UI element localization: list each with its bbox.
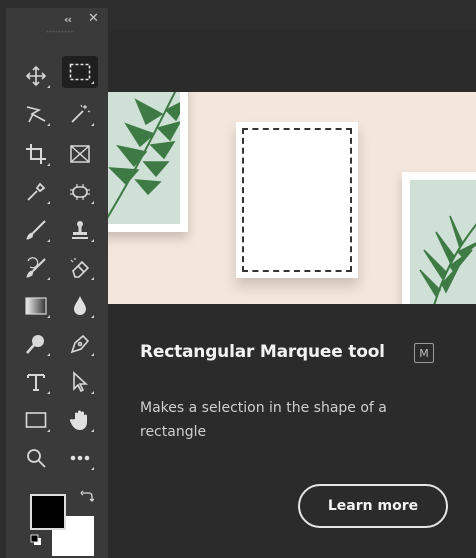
bandage-icon bbox=[70, 184, 90, 200]
learn-more-button[interactable]: Learn more bbox=[298, 484, 448, 528]
history-brush-tool[interactable] bbox=[18, 252, 54, 284]
foreground-color-swatch[interactable] bbox=[30, 494, 66, 530]
keyboard-shortcut-badge: M bbox=[414, 343, 434, 363]
rectangular-marquee-icon bbox=[69, 63, 91, 81]
eyedropper-icon bbox=[27, 182, 46, 201]
blur-tool[interactable] bbox=[62, 290, 98, 322]
dodge-tool[interactable] bbox=[18, 328, 54, 360]
close-panel-icon[interactable]: ✕ bbox=[88, 11, 99, 26]
type-tool[interactable] bbox=[18, 366, 54, 398]
drop-icon bbox=[74, 296, 86, 315]
type-icon bbox=[27, 374, 45, 391]
rectangle-icon bbox=[25, 412, 47, 428]
frame-image-right bbox=[402, 172, 476, 304]
history-brush-icon bbox=[26, 257, 46, 278]
magic-wand-icon bbox=[71, 104, 91, 123]
stamp-icon bbox=[72, 221, 88, 239]
pen-tool[interactable] bbox=[62, 328, 98, 360]
frame-tool[interactable] bbox=[62, 138, 98, 170]
edit-toolbar[interactable] bbox=[62, 442, 98, 474]
brush-icon bbox=[26, 220, 46, 240]
gradient-tool[interactable] bbox=[18, 290, 54, 322]
path-selection-tool[interactable] bbox=[62, 366, 98, 398]
frame-image-left bbox=[108, 92, 188, 232]
gradient-icon bbox=[25, 297, 47, 315]
eraser-tool[interactable] bbox=[62, 252, 98, 284]
frame-selection-example bbox=[236, 122, 358, 278]
marquee-selection-outline bbox=[242, 128, 352, 272]
tool-illustration bbox=[108, 92, 476, 304]
default-colors-icon[interactable] bbox=[30, 534, 42, 546]
tool-tooltip-panel: Rectangular Marquee tool M Makes a selec… bbox=[108, 30, 476, 558]
move-tool[interactable] bbox=[18, 60, 54, 92]
rectangle-tool[interactable] bbox=[18, 404, 54, 436]
arrow-cursor-icon bbox=[73, 371, 89, 393]
hand-tool[interactable] bbox=[62, 404, 98, 436]
tooltip-description: Makes a selection in the shape of a rect… bbox=[140, 400, 387, 440]
move-icon bbox=[26, 66, 46, 86]
lasso-icon bbox=[26, 106, 46, 123]
crop-icon bbox=[26, 144, 46, 164]
hand-icon bbox=[69, 410, 87, 430]
more-icon bbox=[70, 455, 90, 461]
pen-icon bbox=[70, 334, 90, 354]
dodge-icon bbox=[26, 335, 44, 354]
brush-tool[interactable] bbox=[18, 214, 54, 246]
panel-grip[interactable] bbox=[46, 30, 74, 33]
lasso-tool[interactable] bbox=[18, 98, 54, 130]
clone-stamp-tool[interactable] bbox=[62, 214, 98, 246]
tools-panel-header: ‹‹ ✕ bbox=[6, 8, 108, 44]
swap-colors-icon[interactable] bbox=[80, 490, 94, 504]
eyedropper-tool[interactable] bbox=[18, 176, 54, 208]
tooltip-title: Rectangular Marquee tool bbox=[140, 342, 385, 362]
eraser-icon bbox=[70, 258, 90, 278]
frame-icon bbox=[70, 145, 90, 163]
tools-panel: ‹‹ ✕ bbox=[6, 8, 109, 558]
zoom-tool[interactable] bbox=[18, 442, 54, 474]
magic-wand-tool[interactable] bbox=[62, 98, 98, 130]
crop-tool[interactable] bbox=[18, 138, 54, 170]
collapse-panel-icon[interactable]: ‹‹ bbox=[64, 13, 72, 26]
rectangular-marquee-tool[interactable] bbox=[62, 56, 98, 88]
zoom-icon bbox=[27, 449, 46, 468]
spot-healing-tool[interactable] bbox=[62, 176, 98, 208]
